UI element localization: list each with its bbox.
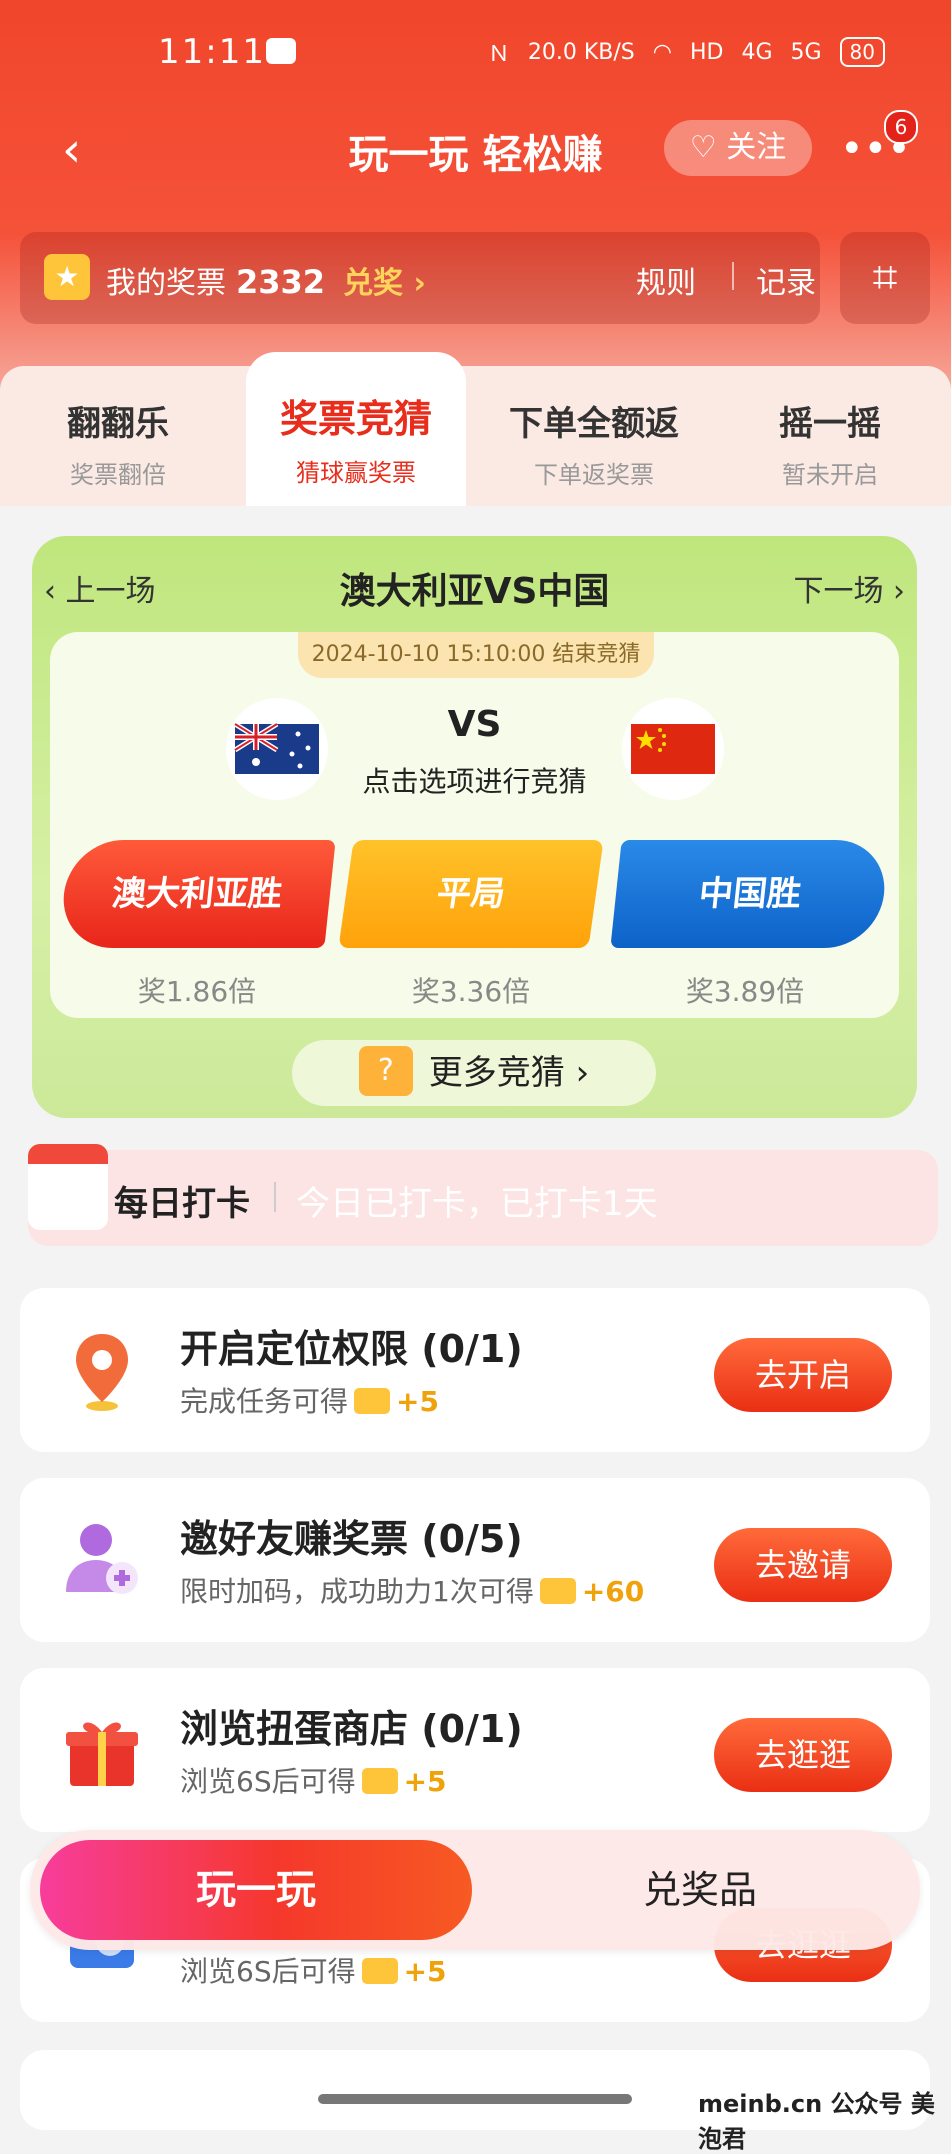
chevron-right-icon: › — [575, 1053, 590, 1093]
scan-icon[interactable]: ⌗ — [840, 232, 930, 324]
app-notification-icon — [266, 38, 296, 64]
tab-order-refund[interactable]: 下单全额返 下单返奖票 — [484, 396, 704, 490]
tab-subtitle: 奖票翻倍 — [70, 461, 166, 489]
redeem-link[interactable]: 兑奖 › — [343, 266, 426, 301]
watermark: meinb.cn 公众号 美泡君 — [698, 2090, 935, 2153]
task-action-button[interactable]: 去邀请 — [714, 1528, 892, 1602]
task-gashapon: 浏览扭蛋商店 (0/1) 浏览6S后可得 +5 去逛逛 — [20, 1668, 930, 1832]
task-desc-text: 完成任务可得 — [180, 1385, 349, 1418]
vs-label: VS — [447, 704, 502, 745]
task-desc-text: 浏览6S后可得 — [180, 1765, 356, 1798]
tab-guess[interactable]: 奖票竞猜 猜球赢奖票 — [246, 352, 466, 516]
china-flag-icon — [622, 698, 724, 800]
rules-link[interactable]: 规则 — [636, 258, 696, 302]
more-guess-label: 更多竞猜 — [428, 1053, 565, 1093]
task-invite: 邀好友赚奖票 (0/5) 限时加码，成功助力1次可得 +60 去邀请 — [20, 1478, 930, 1642]
ticket-icon — [539, 1578, 576, 1604]
status-time: 11:11 — [158, 32, 266, 72]
ticket-icon — [361, 1768, 398, 1794]
deadline-banner: 2024-10-10 15:10:00 结束竞猜 — [298, 632, 654, 678]
match-title: 澳大利亚VS中国 — [339, 571, 610, 612]
follow-label: 关注 — [726, 130, 787, 165]
user-plus-icon — [58, 1516, 146, 1604]
task-desc-text: 限时加码，成功助力1次可得 — [180, 1575, 534, 1608]
follow-button[interactable]: ♡ 关注 — [664, 120, 812, 176]
top-nav: ‹ 玩一玩 轻松赚 ♡ 关注 ••• 6 — [0, 110, 951, 190]
ticket-icon — [354, 1388, 391, 1414]
option-draw[interactable]: 平局 — [338, 840, 604, 948]
match-panel: 2024-10-10 15:10:00 结束竞猜 VS 点击选项进行竞猜 澳大利… — [50, 632, 899, 1018]
bottom-nav: 玩一玩 兑奖品 — [30, 1830, 920, 1950]
task-desc-text: 浏览6S后可得 — [180, 1955, 356, 1988]
task-action-button[interactable]: 去开启 — [714, 1338, 892, 1412]
checkin-status: 今日已打卡，已打卡1天 — [296, 1184, 658, 1224]
divider — [274, 1182, 276, 1212]
odds-draw: 奖3.36倍 — [411, 975, 531, 1008]
wifi-icon: ◠ — [652, 39, 672, 65]
signal-5g: 5G — [790, 39, 822, 65]
signal-4g: 4G — [741, 39, 773, 65]
task-location: 开启定位权限 (0/1) 完成任务可得 +5 去开启 — [20, 1288, 930, 1452]
task-desc: 完成任务可得 +5 — [180, 1380, 439, 1420]
task-points: +60 — [581, 1575, 645, 1608]
status-icons: Ｎ 20.0 KB/S ◠ HD 4G 5G 80 — [488, 36, 885, 68]
next-match-link[interactable]: 下一场 › — [793, 566, 905, 610]
calendar-icon — [28, 1144, 108, 1230]
hd-icon: HD — [689, 39, 724, 65]
chevron-right-icon: › — [413, 266, 426, 301]
records-link[interactable]: 记录 — [756, 258, 816, 302]
task-name: 开启定位权限 (0/1) — [180, 1327, 523, 1371]
heart-plus-icon: ♡ — [689, 130, 717, 165]
tab-title: 摇一摇 — [779, 404, 881, 444]
task-name: 浏览扭蛋商店 (0/1) — [180, 1707, 523, 1751]
tab-shake[interactable]: 摇一摇 暂未开启 — [720, 396, 940, 490]
tab-subtitle: 猜球赢奖票 — [296, 459, 416, 487]
task-desc: 浏览6S后可得 +5 — [180, 1760, 447, 1800]
guess-hint: 点击选项进行竞猜 — [362, 765, 587, 798]
tab-title: 奖票竞猜 — [279, 397, 432, 441]
tab-title: 下单全额返 — [509, 404, 679, 444]
task-points: +5 — [396, 1385, 439, 1418]
option-australia-win[interactable]: 澳大利亚胜 — [58, 840, 336, 948]
task-action-button[interactable]: 去逛逛 — [714, 1718, 892, 1792]
ticket-icon: ★ — [44, 254, 90, 300]
prize-tab-button[interactable]: 兑奖品 — [500, 1830, 900, 1950]
odds-china: 奖3.89倍 — [685, 975, 805, 1008]
tab-subtitle: 下单返奖票 — [534, 461, 654, 489]
ticket-summary: 我的奖票 2332 兑奖 › — [106, 258, 426, 302]
question-box-icon: ? — [358, 1045, 413, 1096]
divider — [732, 262, 734, 290]
next-label: 下一场 — [793, 574, 884, 609]
tab-title: 翻翻乐 — [67, 404, 169, 444]
option-china-win[interactable]: 中国胜 — [610, 840, 890, 948]
daily-checkin-bar[interactable]: 每日打卡 今日已打卡，已打卡1天 — [28, 1144, 938, 1246]
location-pin-icon — [58, 1326, 146, 1414]
nfc-icon: Ｎ — [487, 42, 510, 67]
task-name: 邀好友赚奖票 (0/5) — [180, 1517, 523, 1561]
ticket-icon — [361, 1958, 398, 1984]
task-desc: 限时加码，成功助力1次可得 +60 — [180, 1570, 644, 1610]
redeem-label: 兑奖 — [343, 266, 404, 301]
ticket-bar: ★ 我的奖票 2332 兑奖 › 规则 记录 — [20, 232, 820, 324]
battery-level: 80 — [839, 37, 885, 67]
checkin-label: 每日打卡 — [114, 1184, 250, 1224]
match-guess-card: ‹ 上一场 澳大利亚VS中国 下一场 › 2024-10-10 15:10:00… — [32, 536, 917, 1118]
status-bar: 11:11 Ｎ 20.0 KB/S ◠ HD 4G 5G 80 — [0, 0, 951, 110]
game-tabs: 翻翻乐 奖票翻倍 奖票竞猜 猜球赢奖票 下单全额返 下单返奖票 摇一摇 暂未开启 — [0, 352, 951, 516]
chevron-right-icon: › — [893, 574, 905, 609]
more-guess-button[interactable]: ? 更多竞猜 › — [292, 1040, 656, 1106]
more-badge: 6 — [884, 110, 918, 144]
task-points: +5 — [403, 1955, 447, 1988]
ticket-label: 我的奖票 — [106, 266, 226, 301]
task-points: +5 — [403, 1765, 447, 1798]
ticket-count: 2332 — [236, 263, 326, 301]
odds-australia: 奖1.86倍 — [137, 975, 257, 1008]
tab-flip[interactable]: 翻翻乐 奖票翻倍 — [8, 396, 228, 490]
tab-subtitle: 暂未开启 — [782, 461, 878, 489]
network-speed: 20.0 KB/S — [527, 39, 635, 65]
home-indicator[interactable] — [318, 2094, 632, 2104]
task-desc: 浏览6S后可得 +5 — [180, 1950, 447, 1990]
play-tab-button[interactable]: 玩一玩 — [40, 1840, 472, 1940]
gift-icon — [58, 1706, 146, 1794]
